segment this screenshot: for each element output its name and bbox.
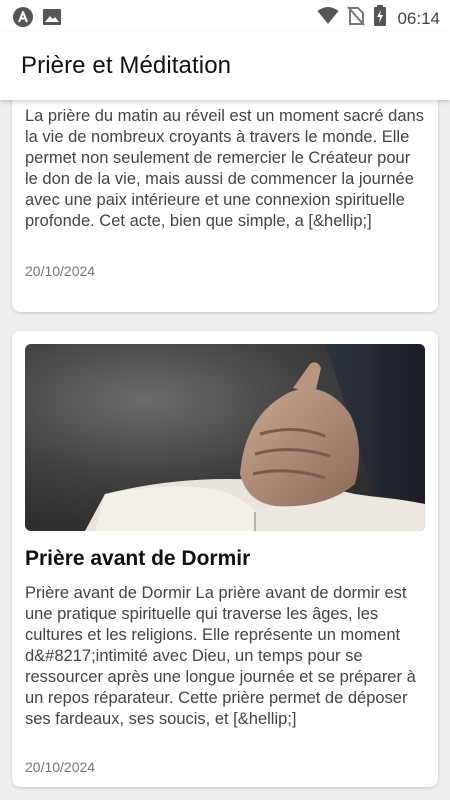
praying-hands-on-bible-image [85,344,425,531]
post-image[interactable] [25,344,425,531]
post-excerpt: Prière avant de Dormir La prière avant d… [25,584,416,728]
wifi-icon [317,6,339,31]
post-list[interactable]: La prière du matin au réveil est un mome… [0,100,450,800]
post-card[interactable]: La prière du matin au réveil est un mome… [12,100,438,312]
battery-charging-icon [373,5,387,32]
post-date: 20/10/2024 [25,759,96,775]
app-logo-icon [12,6,34,33]
status-bar: 06:14 [0,0,450,32]
app-bar: Prière et Méditation [0,32,450,100]
post-date: 20/10/2024 [25,263,96,279]
post-title[interactable]: Prière avant de Dormir [25,547,250,571]
status-time: 06:14 [397,8,440,28]
no-sim-icon [347,6,366,31]
post-excerpt: La prière du matin au réveil est un mome… [25,107,424,230]
page-title: Prière et Méditation [21,52,232,79]
image-icon [42,7,62,32]
post-card[interactable]: Prière avant de Dormir Prière avant de D… [12,331,438,787]
